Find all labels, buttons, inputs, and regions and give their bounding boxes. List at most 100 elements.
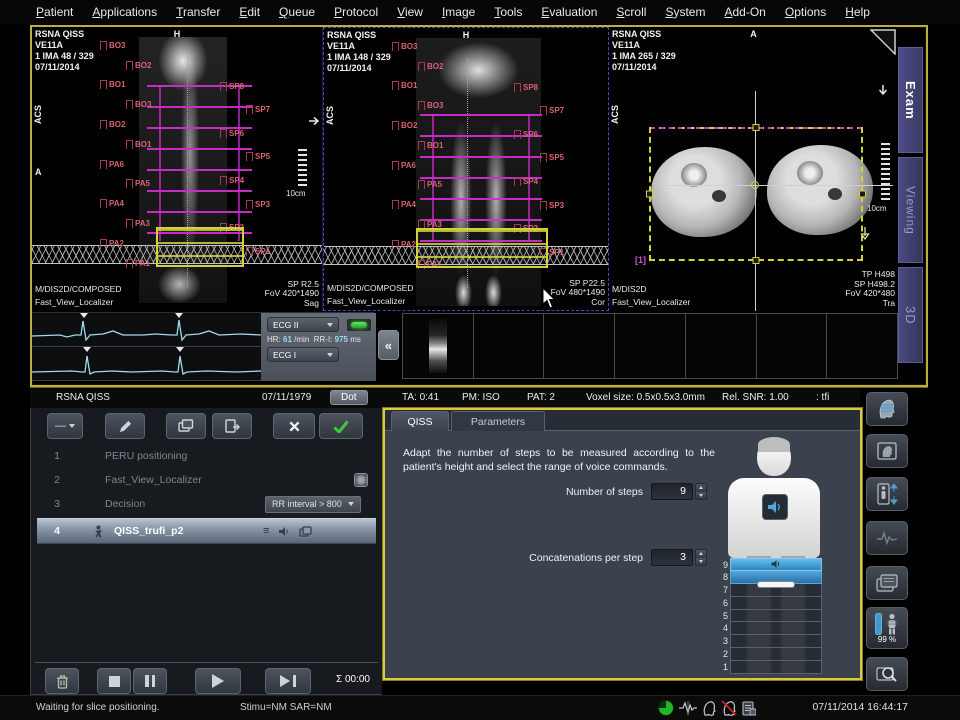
dot-button[interactable]: Dot bbox=[330, 390, 368, 405]
roi-handle[interactable] bbox=[859, 191, 866, 198]
menu-item[interactable]: Patient bbox=[36, 5, 73, 19]
slice-marker-icon bbox=[418, 141, 425, 150]
apply-step-button[interactable] bbox=[319, 413, 363, 439]
menu-item[interactable]: Tools bbox=[494, 5, 522, 19]
total-time-label: Σ 00:00 bbox=[336, 674, 370, 685]
menu-item[interactable]: Protocol bbox=[334, 5, 378, 19]
corner-triangle-icon[interactable] bbox=[870, 29, 896, 60]
step-row[interactable]: 6 bbox=[730, 597, 822, 610]
pause-button[interactable] bbox=[133, 668, 167, 694]
head-slices-button[interactable] bbox=[866, 392, 908, 426]
menu-item[interactable]: Options bbox=[785, 5, 826, 19]
battery-status-button[interactable]: 99 % bbox=[866, 607, 908, 649]
queue-row-4-selected[interactable]: 4 QISS_trufi_p2 ≡ bbox=[37, 518, 376, 544]
filmstrip-cell[interactable] bbox=[686, 314, 757, 378]
tab-3d[interactable]: 3D bbox=[898, 267, 923, 363]
decision-condition-dropdown[interactable]: RR interval > 800 bbox=[265, 496, 361, 513]
slice-marker-icon bbox=[246, 200, 253, 209]
queue-options-button[interactable]: — bbox=[47, 413, 83, 439]
ecg-lead-select-bottom[interactable]: ECG I bbox=[267, 347, 339, 362]
step-row[interactable]: 2 bbox=[730, 648, 822, 661]
stop-button[interactable] bbox=[97, 668, 131, 694]
scroll-right-icon[interactable] bbox=[308, 113, 320, 131]
battery-percent-label: 99 % bbox=[878, 636, 896, 644]
roi-handle[interactable] bbox=[753, 257, 760, 264]
slice-group-overlay[interactable] bbox=[416, 228, 548, 268]
crosshair-center-handle[interactable] bbox=[751, 181, 759, 189]
filmstrip-cell[interactable] bbox=[827, 314, 897, 378]
physio-curve-button[interactable] bbox=[866, 521, 908, 555]
step-row[interactable]: 4 bbox=[730, 622, 822, 635]
roi-handle[interactable] bbox=[753, 124, 760, 131]
filmstrip-cell[interactable] bbox=[757, 314, 828, 378]
menu-item[interactable]: Applications bbox=[92, 5, 157, 19]
play-button[interactable] bbox=[195, 668, 241, 694]
queue-row-3[interactable]: 3 Decision RR interval > 800 bbox=[37, 492, 376, 516]
filmstrip-cell[interactable] bbox=[615, 314, 686, 378]
tab-qiss[interactable]: QISS bbox=[391, 411, 449, 431]
menu-item[interactable]: View bbox=[397, 5, 423, 19]
menu-item[interactable]: Evaluation bbox=[541, 5, 597, 19]
collapse-panel-button[interactable]: « bbox=[378, 330, 399, 360]
viewport-coronal[interactable]: RSNA QISSVE11A1 IMA 148 / 32907/11/2014 … bbox=[323, 27, 609, 311]
tab-parameters[interactable]: Parameters bbox=[451, 411, 545, 431]
step-number: 3 bbox=[715, 635, 728, 648]
menu-item[interactable]: Add-On bbox=[724, 5, 765, 19]
step-row[interactable]: 1 bbox=[730, 661, 822, 674]
number-of-steps-field[interactable]: 9 bbox=[651, 483, 693, 500]
insert-protocol-button[interactable] bbox=[212, 413, 252, 439]
slice-label: BO3 bbox=[126, 89, 151, 109]
discard-button[interactable] bbox=[45, 668, 79, 694]
image-info-line: 1 IMA 148 / 329 bbox=[327, 52, 391, 63]
slice-label: BO2 bbox=[100, 109, 151, 129]
queue-row-number: 2 bbox=[37, 474, 77, 486]
slice-marker-icon bbox=[100, 120, 107, 129]
footer-line: Fast_View_Localizer bbox=[35, 296, 121, 309]
scroll-down-icon[interactable] bbox=[878, 83, 888, 101]
slice-marker-icon bbox=[126, 259, 133, 268]
slice-marker-icon bbox=[514, 177, 521, 186]
viewport-axial[interactable]: RSNA QISSVE11A1 IMA 265 / 32907/11/2014 … bbox=[609, 27, 898, 311]
step-row[interactable]: 9 bbox=[730, 558, 822, 571]
viewport-sagittal[interactable]: RSNA QISSVE11A1 IMA 48 / 32907/11/2014 H… bbox=[32, 27, 323, 311]
concatenations-field[interactable]: 3 bbox=[651, 549, 693, 566]
image-footer-right: SP R2.5FoV 420*1490Sag bbox=[265, 280, 319, 309]
chevron-down-icon bbox=[348, 502, 354, 506]
roi-handle[interactable] bbox=[646, 191, 653, 198]
cancel-step-button[interactable] bbox=[273, 413, 315, 439]
image-info-line: RSNA QISS bbox=[612, 29, 676, 40]
slice-label-text: PA3 bbox=[135, 219, 150, 228]
slice-marker-icon bbox=[514, 130, 521, 139]
slice-group-overlay[interactable] bbox=[156, 227, 244, 267]
filmstrip-cell[interactable] bbox=[403, 314, 474, 378]
slice-label: SP5 bbox=[246, 138, 270, 162]
slice-marker-icon bbox=[220, 129, 227, 138]
menu-item[interactable]: System bbox=[665, 5, 705, 19]
filmstrip-cell[interactable] bbox=[544, 314, 615, 378]
skip-button[interactable] bbox=[265, 668, 311, 694]
menu-item[interactable]: Queue bbox=[279, 5, 315, 19]
edit-protocol-button[interactable] bbox=[105, 413, 145, 439]
head-image-button[interactable] bbox=[866, 434, 908, 468]
tab-viewing[interactable]: Viewing bbox=[898, 157, 923, 263]
layout-panels-button[interactable] bbox=[866, 566, 908, 600]
queue-row-2[interactable]: 2 Fast_View_Localizer bbox=[37, 468, 376, 492]
queue-row-1[interactable]: 1 PERU positioning bbox=[37, 444, 376, 468]
step-range-drag-handle[interactable] bbox=[757, 581, 795, 588]
ecg-lead-select-top[interactable]: ECG II bbox=[267, 317, 339, 332]
menu-item[interactable]: Edit bbox=[239, 5, 260, 19]
fov-roi-box[interactable] bbox=[649, 127, 863, 261]
step-row[interactable]: 3 bbox=[730, 635, 822, 648]
image-thumbnail[interactable] bbox=[429, 319, 447, 373]
menu-item[interactable]: Transfer bbox=[176, 5, 220, 19]
copy-protocol-button[interactable] bbox=[166, 413, 206, 439]
menu-item[interactable]: Image bbox=[442, 5, 475, 19]
filmstrip-cell[interactable] bbox=[474, 314, 545, 378]
step-row[interactable]: 5 bbox=[730, 610, 822, 623]
tab-exam[interactable]: Exam bbox=[898, 47, 923, 153]
menu-item[interactable]: Help bbox=[845, 5, 870, 19]
image-filmstrip[interactable] bbox=[402, 313, 898, 379]
menu-item[interactable]: Scroll bbox=[616, 5, 646, 19]
image-zoom-button[interactable] bbox=[866, 657, 908, 691]
table-position-button[interactable] bbox=[866, 477, 908, 511]
